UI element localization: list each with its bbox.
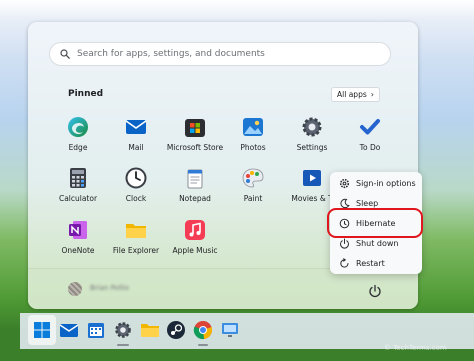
running-indicator	[198, 344, 208, 346]
avatar[interactable]	[68, 282, 82, 296]
pinned-heading: Pinned	[68, 89, 104, 99]
gear-icon[interactable]	[113, 320, 133, 340]
pinned-app-to-do[interactable]: To Do	[334, 116, 406, 164]
power-icon	[340, 238, 349, 248]
store-icon	[184, 116, 206, 138]
calendar-icon[interactable]	[86, 320, 106, 340]
onenote-icon	[67, 219, 89, 241]
watermark: © TechTerms.com	[384, 344, 447, 352]
mail-icon	[125, 116, 147, 138]
movies-icon	[301, 167, 323, 189]
chrome-icon[interactable]	[193, 320, 213, 340]
music-icon	[184, 219, 206, 241]
windows-start-icon[interactable]	[32, 320, 52, 340]
power-menu-item-sign-in-options[interactable]: Sign-in options	[336, 174, 418, 192]
mail-icon[interactable]	[59, 320, 79, 340]
steam-icon[interactable]	[166, 320, 186, 340]
folder-icon[interactable]	[140, 320, 160, 340]
menu-item-label: Sleep	[356, 198, 379, 208]
clock-icon	[125, 167, 147, 189]
restart-icon	[340, 257, 349, 268]
search-icon	[60, 49, 70, 59]
folder-icon	[125, 219, 147, 241]
power-icon	[369, 284, 381, 298]
gear-icon	[301, 116, 323, 138]
moon-icon	[340, 198, 350, 208]
all-apps-button[interactable]: All apps ›	[331, 87, 380, 102]
edge-icon	[67, 116, 89, 138]
app-label: To Do	[359, 143, 381, 152]
pinned-app-apple-music[interactable]: Apple Music	[159, 219, 231, 267]
running-indicator	[117, 344, 129, 346]
paint-icon	[242, 167, 264, 189]
hibernate-highlight-ring	[327, 208, 423, 238]
all-apps-label: All apps	[337, 90, 367, 99]
start-menu-footer	[28, 268, 418, 309]
search-input[interactable]	[77, 49, 377, 59]
remote-desktop-icon[interactable]	[220, 320, 240, 340]
search-box[interactable]	[49, 42, 391, 66]
power-button[interactable]	[368, 283, 382, 298]
menu-item-label: Shut down	[356, 238, 399, 248]
user-name[interactable]: Brian Pollio	[90, 284, 129, 292]
menu-item-label: Sign-in options	[356, 178, 416, 188]
photos-icon	[242, 116, 264, 138]
calculator-icon	[67, 167, 89, 189]
chevron-right-icon: ›	[370, 90, 374, 99]
app-label: Apple Music	[172, 246, 218, 255]
notepad-icon	[184, 167, 206, 189]
gear-icon	[339, 178, 350, 188]
power-menu-item-restart[interactable]: Restart	[336, 254, 418, 272]
menu-item-label: Restart	[356, 258, 385, 268]
checkmark-icon	[359, 116, 381, 138]
